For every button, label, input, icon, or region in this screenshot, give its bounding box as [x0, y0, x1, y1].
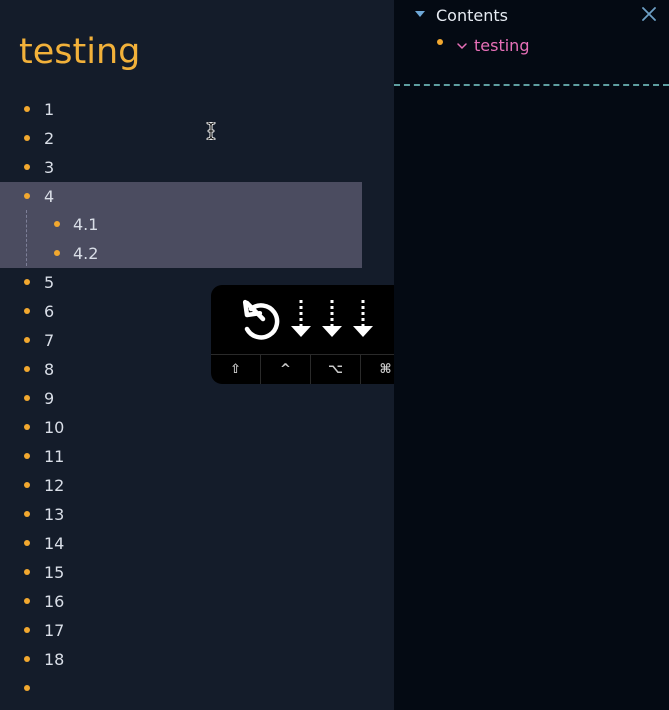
- option-key: ⌥: [311, 355, 361, 384]
- bullet-icon[interactable]: [24, 423, 30, 430]
- list-item[interactable]: 11: [0, 442, 394, 471]
- bullet-icon[interactable]: [24, 568, 30, 575]
- shortcut-overlay: ⇧ ^ ⌥ ⌘: [211, 285, 410, 384]
- list-item-label[interactable]: 1: [44, 100, 54, 119]
- list-item-label[interactable]: 7: [44, 331, 54, 350]
- bullet-icon[interactable]: [24, 105, 30, 112]
- list-item-label[interactable]: 15: [44, 563, 64, 582]
- list-item[interactable]: 4: [0, 182, 394, 211]
- list-item-label[interactable]: 6: [44, 302, 54, 321]
- list-item-label[interactable]: 3: [44, 158, 54, 177]
- list-item-label[interactable]: 5: [44, 273, 54, 292]
- list-item-label[interactable]: 4: [44, 187, 54, 206]
- app-window: testing 1 2 3 4 4.1 4.2 5 6 7 8 9 10 11 12 13 14 15 16 17 1…: [0, 0, 669, 710]
- shift-key: ⇧: [211, 355, 261, 384]
- bullet-icon[interactable]: [24, 655, 30, 662]
- list-item[interactable]: 18: [0, 645, 394, 674]
- bullet-icon[interactable]: [24, 626, 30, 633]
- overlay-icon-strip: [242, 299, 373, 340]
- list-item[interactable]: 16: [0, 587, 394, 616]
- contents-sidebar: Contents testing: [394, 0, 669, 710]
- text-cursor-icon: [206, 122, 216, 140]
- list-item-label[interactable]: 2: [44, 129, 54, 148]
- modifier-keys-row: ⇧ ^ ⌥ ⌘: [211, 354, 410, 384]
- close-icon[interactable]: [642, 7, 656, 21]
- list-item[interactable]: 17: [0, 616, 394, 645]
- list-item-label[interactable]: 12: [44, 476, 64, 495]
- dotted-down-arrow-icon: [291, 300, 311, 337]
- list-item[interactable]: 14: [0, 529, 394, 558]
- bullet-icon[interactable]: [24, 336, 30, 343]
- nested-list-item[interactable]: 4.1: [0, 211, 394, 240]
- list-item[interactable]: 1: [0, 95, 394, 124]
- bullet-icon[interactable]: [24, 684, 30, 691]
- list-item-label[interactable]: 4.1: [73, 215, 98, 234]
- list-item[interactable]: 9: [0, 384, 394, 413]
- toc-item-testing[interactable]: testing: [436, 35, 636, 57]
- list-item-label[interactable]: 10: [44, 418, 64, 437]
- undo-icon: [242, 299, 280, 340]
- list-item[interactable]: 13: [0, 500, 394, 529]
- bullet-icon[interactable]: [24, 481, 30, 488]
- bullet-icon[interactable]: [54, 221, 60, 228]
- collapse-caret-icon[interactable]: [415, 11, 425, 17]
- bullet-icon[interactable]: [24, 510, 30, 517]
- bullet-icon[interactable]: [24, 539, 30, 546]
- bullet-icon[interactable]: [54, 250, 60, 257]
- bullet-icon[interactable]: [24, 278, 30, 285]
- bullet-icon[interactable]: [24, 134, 30, 141]
- list-item-label[interactable]: 14: [44, 534, 64, 553]
- control-key: ^: [261, 355, 311, 384]
- list-item-label[interactable]: 11: [44, 447, 64, 466]
- bullet-icon[interactable]: [24, 192, 30, 199]
- sidebar-header: Contents: [394, 0, 669, 32]
- list-item[interactable]: 3: [0, 153, 394, 182]
- toc-bullet: [437, 39, 443, 45]
- list-item[interactable]: 15: [0, 558, 394, 587]
- list-item[interactable]: 12: [0, 471, 394, 500]
- bullet-icon[interactable]: [24, 163, 30, 170]
- bullet-icon[interactable]: [24, 452, 30, 459]
- bullet-icon[interactable]: [24, 365, 30, 372]
- chevron-down-icon[interactable]: [456, 40, 468, 52]
- list-item-label[interactable]: 18: [44, 650, 64, 669]
- list-item-label[interactable]: 8: [44, 360, 54, 379]
- sidebar-divider: [394, 84, 669, 86]
- list-item-label[interactable]: 13: [44, 505, 64, 524]
- document-title[interactable]: testing: [19, 32, 140, 72]
- dotted-down-arrow-icon: [322, 300, 342, 337]
- list-item[interactable]: 10: [0, 413, 394, 442]
- list-item-label[interactable]: 16: [44, 592, 64, 611]
- list-item[interactable]: 2: [0, 124, 394, 153]
- list-item-label[interactable]: 9: [44, 389, 54, 408]
- list-item-label[interactable]: 4.2: [73, 244, 98, 263]
- dotted-down-arrow-icon: [353, 300, 373, 337]
- list-item-label[interactable]: 17: [44, 621, 64, 640]
- bullet-icon[interactable]: [24, 597, 30, 604]
- sidebar-title: Contents: [436, 6, 508, 25]
- bullet-icon[interactable]: [24, 394, 30, 401]
- nested-list-item[interactable]: 4.2: [0, 240, 394, 269]
- list-item[interactable]: [0, 674, 394, 703]
- bullet-icon[interactable]: [24, 307, 30, 314]
- toc-link[interactable]: testing: [474, 36, 529, 55]
